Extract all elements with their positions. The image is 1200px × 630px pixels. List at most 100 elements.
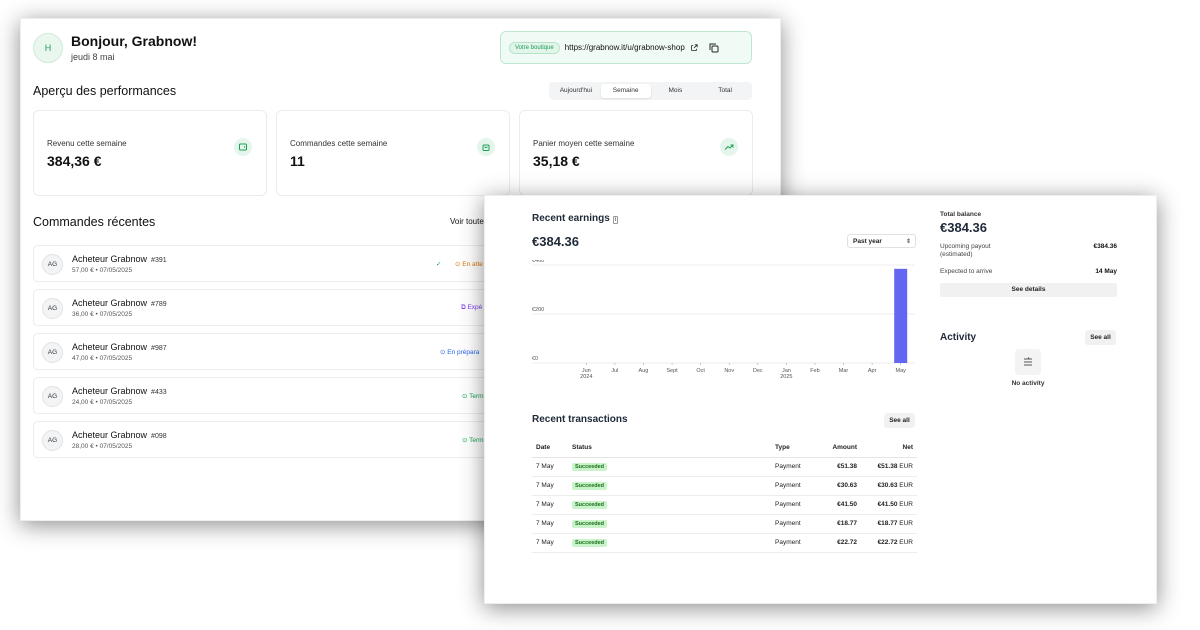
order-meta: 28,00 € • 07/05/2025	[72, 443, 133, 450]
x-tick-label: 2025	[780, 374, 792, 380]
tx-amount: €51.38	[816, 457, 861, 477]
arrival-value: 14 May	[1095, 267, 1117, 275]
see-all-orders-link[interactable]: Voir toute	[450, 217, 484, 226]
tx-date: 7 May	[532, 457, 568, 477]
status-badge: ⊙ Term	[462, 437, 484, 444]
status-badge: ⊙ En prépara	[440, 349, 480, 356]
x-tick-label: 2024	[580, 374, 592, 380]
tx-type: Payment	[771, 514, 816, 534]
stat-value: 35,18 €	[533, 153, 580, 169]
customer-name: Acheteur Grabnow #098	[72, 430, 167, 440]
tx-date: 7 May	[532, 533, 568, 553]
stat-card-basket: Panier moyen cette semaine 35,18 €	[519, 110, 753, 196]
status-badge: ⊙ Term	[462, 393, 484, 400]
x-tick-label: Dec	[753, 368, 763, 374]
earnings-window: Recent earnings i €384.36 Past year ⇕ €4…	[484, 195, 1157, 604]
tab-today[interactable]: Aujourd'hui	[551, 84, 601, 98]
stat-label: Commandes cette semaine	[290, 139, 388, 148]
tx-status: Succeeded	[568, 514, 771, 534]
payout-value: €384.36	[1093, 243, 1118, 250]
greeting-title: Bonjour, Grabnow!	[71, 33, 197, 49]
status-badge: Succeeded	[572, 519, 608, 528]
tx-amount: €30.63	[816, 476, 861, 496]
tx-status: Succeeded	[568, 476, 771, 496]
recent-transactions-title: Recent transactions	[532, 414, 628, 425]
current-date: jeudi 8 mai	[71, 52, 115, 62]
balance-label: Total balance	[940, 211, 982, 218]
recent-orders-title: Commandes récentes	[33, 215, 156, 229]
x-tick-label: Jul	[611, 368, 618, 374]
wallet-icon	[234, 138, 252, 156]
order-id: #433	[151, 389, 167, 396]
stat-value: 384,36 €	[47, 153, 102, 169]
info-icon: i	[612, 216, 619, 224]
x-tick-label: Sept	[666, 368, 678, 374]
status-badge: ⧉ Expé	[461, 304, 483, 311]
customer-name: Acheteur Grabnow #433	[72, 386, 167, 396]
tx-amount: €22.72	[816, 533, 861, 553]
col-status: Status	[568, 439, 771, 458]
period-tabs: Aujourd'hui Semaine Mois Total	[549, 82, 752, 100]
x-tick-label: Apr	[868, 368, 877, 374]
stat-card-orders: Commandes cette semaine 11	[276, 110, 510, 196]
balance-panel: Total balance €384.36 Upcoming payout (e…	[940, 211, 1117, 297]
stat-card-revenue: Revenu cette semaine 384,36 €	[33, 110, 267, 196]
shopping-bag-icon	[477, 138, 495, 156]
table-row[interactable]: 7 May Succeeded Payment €22.72 €22.72 EUR	[532, 533, 917, 553]
table-row[interactable]: 7 May Succeeded Payment €41.50 €41.50 EUR	[532, 495, 917, 515]
order-meta: 36,00 € • 07/05/2025	[72, 311, 133, 318]
tx-type: Payment	[771, 476, 816, 496]
tx-status: Succeeded	[568, 495, 771, 515]
tab-month[interactable]: Mois	[651, 84, 701, 98]
range-select[interactable]: Past year ⇕	[847, 234, 916, 248]
status-badge: Succeeded	[572, 538, 608, 547]
shop-url-link[interactable]: https://grabnow.it/u/grabnow-shop	[565, 43, 685, 52]
payout-label: Upcoming payout (estimated)	[940, 243, 991, 259]
table-row[interactable]: 7 May Succeeded Payment €51.38 €51.38 EUR	[532, 457, 917, 477]
performance-title: Aperçu des performances	[33, 84, 177, 98]
tx-net: €22.72 EUR	[861, 533, 917, 553]
tx-type: Payment	[771, 533, 816, 553]
see-all-transactions-button[interactable]: See all	[884, 413, 915, 428]
order-meta: 57,00 € • 07/05/2025	[72, 267, 133, 274]
tab-total[interactable]: Total	[700, 84, 750, 98]
table-row[interactable]: 7 May Succeeded Payment €18.77 €18.77 EUR	[532, 514, 917, 534]
no-activity-text: No activity	[1011, 380, 1045, 387]
x-tick-label: Nov	[724, 368, 734, 374]
table-row[interactable]: 7 May Succeeded Payment €30.63 €30.63 EUR	[532, 476, 917, 496]
chevron-updown-icon: ⇕	[905, 238, 911, 245]
stat-label: Revenu cette semaine	[47, 139, 127, 148]
bar-may	[894, 268, 908, 363]
status-badge: Succeeded	[572, 481, 608, 490]
customer-avatar: AG	[42, 430, 63, 451]
see-details-button[interactable]: See details	[940, 282, 1117, 297]
avatar[interactable]: H	[33, 33, 63, 63]
table-header-row: Date Status Type Amount Net	[532, 439, 917, 458]
order-meta: 24,00 € • 07/05/2025	[72, 399, 133, 406]
order-id: #391	[151, 257, 167, 264]
tx-net: €30.63 EUR	[861, 476, 917, 496]
recent-earnings-title: Recent earnings i	[532, 213, 619, 224]
col-type: Type	[771, 439, 816, 458]
balance-value: €384.36	[940, 220, 987, 235]
y-tick-label: €0	[532, 356, 538, 362]
customer-avatar: AG	[42, 342, 63, 363]
customer-avatar: AG	[42, 254, 63, 275]
status-badge: Succeeded	[572, 462, 608, 471]
order-id: #987	[151, 345, 167, 352]
see-all-activity-button[interactable]: See all	[1085, 330, 1116, 345]
x-tick-label: Aug	[639, 368, 649, 374]
stat-value: 11	[290, 153, 305, 169]
check-icon: ✓	[436, 261, 442, 268]
tx-date: 7 May	[532, 495, 568, 515]
tx-net: €18.77 EUR	[861, 514, 917, 534]
x-tick-label: Mar	[839, 368, 849, 374]
copy-icon[interactable]	[709, 43, 719, 53]
x-tick-label: Oct	[696, 368, 705, 374]
col-amount: Amount	[816, 439, 861, 458]
tx-status: Succeeded	[568, 533, 771, 553]
tab-week[interactable]: Semaine	[600, 84, 651, 98]
status-badge: Succeeded	[572, 500, 608, 509]
external-link-icon[interactable]	[690, 43, 698, 52]
y-tick-label: €400	[532, 260, 544, 264]
